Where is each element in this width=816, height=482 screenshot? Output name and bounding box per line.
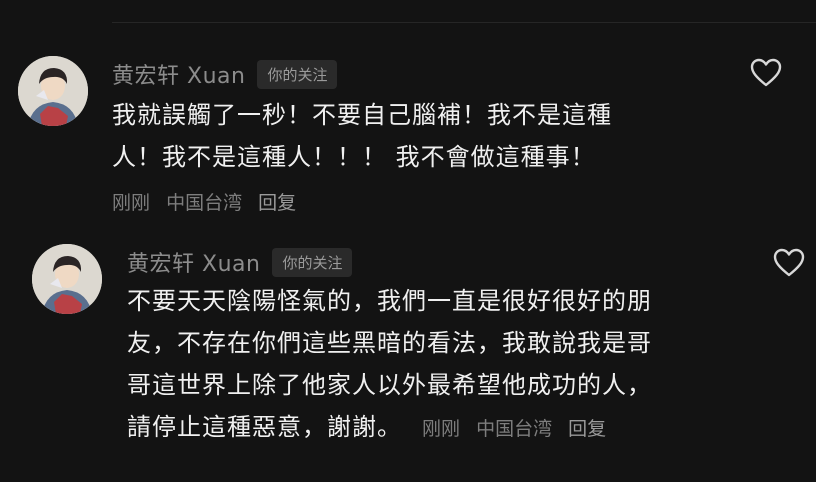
comment-text-line-end: 請停止這種惡意，謝謝。 [127, 413, 402, 441]
comment-text-line: 我就誤觸了一秒！不要自己腦補！我不是這種 [112, 101, 612, 129]
timestamp: 刚刚 [112, 192, 151, 214]
heart-outline-icon[interactable] [773, 248, 805, 278]
comment-text-line: 人！我不是這種人！！！ 我不會做這種事！ [112, 143, 596, 171]
location: 中国台湾 [476, 418, 553, 440]
comment-item: 黄宏轩 Xuan 你的关注 不要天天陰陽怪氣的，我們一直是很好很好的朋 友，不存… [0, 230, 816, 482]
comment-text-line: 不要天天陰陽怪氣的，我們一直是很好很好的朋 [127, 287, 652, 315]
comment-item: 黄宏轩 Xuan 你的关注 我就誤觸了一秒！不要自己腦補！我不是這種 人！我不是… [0, 0, 816, 230]
comment-meta: 刚刚 中国台湾 回复 [416, 418, 606, 440]
username[interactable]: 黄宏轩 Xuan [112, 58, 245, 90]
username[interactable]: 黄宏轩 Xuan [127, 246, 260, 278]
location: 中国台湾 [166, 192, 243, 214]
comment-text-line: 友，不存在你們這些黑暗的看法，我敢說我是哥 [127, 329, 652, 357]
reply-button[interactable]: 回复 [568, 418, 606, 440]
avatar[interactable] [32, 244, 102, 314]
reply-button[interactable]: 回复 [258, 192, 296, 214]
comment-text-line: 請停止這種惡意，謝謝。 刚刚 中国台湾 回复 [127, 406, 652, 450]
heart-outline-icon[interactable] [750, 58, 782, 88]
comment-text-line: 哥這世界上除了他家人以外最希望他成功的人， [127, 371, 652, 399]
avatar-image [18, 56, 88, 126]
following-badge: 你的关注 [272, 247, 353, 277]
timestamp: 刚刚 [422, 418, 461, 440]
comment-header: 黄宏轩 Xuan 你的关注 [127, 246, 353, 278]
avatar-image [32, 244, 102, 314]
following-badge: 你的关注 [257, 59, 338, 89]
comment-text: 不要天天陰陽怪氣的，我們一直是很好很好的朋 友，不存在你們這些黑暗的看法，我敢說… [127, 280, 652, 450]
comment-list: 黄宏轩 Xuan 你的关注 我就誤觸了一秒！不要自己腦補！我不是這種 人！我不是… [0, 0, 816, 482]
comment-text: 我就誤觸了一秒！不要自己腦補！我不是這種 人！我不是這種人！！！ 我不會做這種事… [112, 94, 612, 178]
avatar[interactable] [18, 56, 88, 126]
comment-header: 黄宏轩 Xuan 你的关注 [112, 58, 338, 90]
comment-meta: 刚刚 中国台湾 回复 [112, 188, 296, 215]
